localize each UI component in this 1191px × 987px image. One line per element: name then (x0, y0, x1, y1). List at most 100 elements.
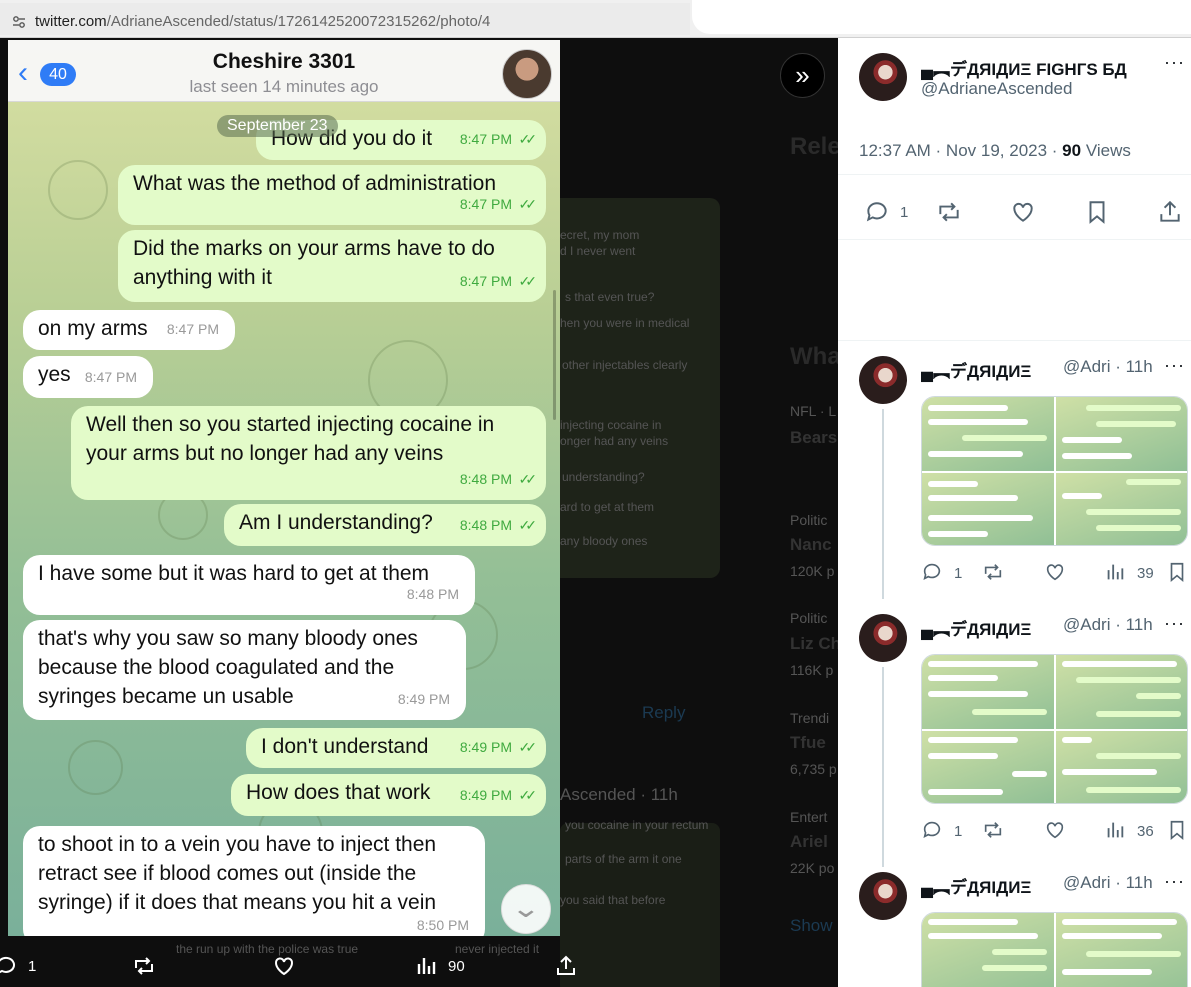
heart-icon[interactable] (1044, 819, 1066, 841)
analytics-icon (417, 958, 436, 974)
like-action[interactable] (272, 954, 296, 978)
reply-avatar[interactable] (859, 614, 907, 662)
reply-avatar[interactable] (859, 356, 907, 404)
author-handle[interactable]: @AdrianeAscended (921, 79, 1072, 99)
outgoing-message[interactable]: Well then so you started injecting cocai… (71, 406, 546, 500)
ghost-text: Tfue (790, 733, 826, 752)
heart-icon (275, 957, 293, 976)
ghost-text: ecret, my mom (560, 228, 640, 242)
ghost-text: Politic (790, 512, 828, 528)
reply-image-grid[interactable] (921, 912, 1188, 987)
author-avatar[interactable] (859, 53, 907, 101)
reply-author-handle[interactable]: @Adri · 11h (1063, 615, 1153, 635)
repost-icon[interactable] (982, 561, 1004, 583)
reply-image-grid[interactable] (921, 396, 1188, 546)
reply-image-grid[interactable] (921, 654, 1188, 804)
tweet-timestamp[interactable]: 12:37 AM · Nov 19, 2023 · (859, 141, 1062, 160)
more-options-icon[interactable]: ··· (1164, 52, 1185, 73)
collapse-panel-button[interactable]: » (780, 53, 825, 98)
repost-action[interactable] (132, 954, 156, 978)
message-time: 8:47 PM (459, 196, 512, 212)
share-icon (557, 955, 575, 975)
chevron-down-icon: ⌄ (510, 893, 542, 923)
reply-author-name[interactable]: ▄︻デДЯIДИΞ (921, 357, 1031, 382)
incoming-message[interactable]: that's why you saw so many bloody ones be… (23, 620, 466, 720)
outgoing-message[interactable]: I don't understand 8:49 PM ✓✓ (246, 728, 546, 768)
message-time: 8:49 PM (397, 691, 450, 707)
message-text: syringe) if it does that means you hit a… (38, 891, 437, 914)
grid-image[interactable] (922, 397, 1054, 471)
ghost-text: 116K p (790, 662, 834, 678)
reply-icon[interactable] (921, 561, 943, 583)
heart-icon[interactable] (1044, 561, 1066, 583)
reply-action[interactable]: 1 (0, 954, 36, 978)
reply-author-handle[interactable]: @Adri · 11h (1063, 873, 1153, 893)
view-count: 90 (448, 957, 465, 975)
reply-count: 1 (900, 204, 909, 221)
ghost-text: Entert (790, 809, 828, 825)
analytics-icon[interactable] (1104, 819, 1126, 841)
outgoing-message[interactable]: Am I understanding? 8:48 PM ✓✓ (224, 504, 546, 546)
incoming-message[interactable]: on my arms 8:47 PM (23, 310, 235, 350)
incoming-message[interactable]: I have some but it was hard to get at th… (23, 555, 475, 615)
incoming-message[interactable]: yes 8:47 PM (23, 356, 153, 398)
reply-author-name[interactable]: ▄︻デДЯIДИΞ (921, 873, 1031, 898)
message-text: Did the marks on your arms have to do (133, 237, 495, 260)
reply-icon[interactable] (864, 199, 890, 225)
grid-image[interactable] (1056, 397, 1187, 471)
outgoing-message[interactable]: How does that work 8:49 PM ✓✓ (231, 774, 546, 816)
reply-avatar[interactable] (859, 872, 907, 920)
read-checkmarks-icon: ✓✓ (518, 131, 538, 147)
grid-image[interactable] (1056, 655, 1187, 729)
message-text: retract see if blood comes out (inside t… (38, 862, 417, 885)
address-field[interactable]: twitter.com/AdrianeAscended/status/17261… (0, 3, 690, 35)
share-action[interactable] (554, 954, 578, 978)
incoming-message[interactable]: to shoot in to a vein you have to inject… (23, 826, 485, 936)
more-options-icon[interactable]: ··· (1164, 613, 1185, 634)
message-text: syringes became un usable (38, 685, 294, 708)
ghost-text: you cocaine in your rectum (565, 818, 709, 832)
reply-author-name[interactable]: ▄︻デДЯIДИΞ (921, 615, 1031, 640)
site-settings-icon[interactable] (12, 15, 26, 29)
grid-image[interactable] (1056, 913, 1187, 987)
ghost-text: Trendi (790, 710, 830, 726)
message-text: on my arms (38, 317, 148, 340)
analytics-icon[interactable] (1104, 561, 1126, 583)
repost-icon[interactable] (936, 199, 962, 225)
outgoing-message[interactable]: What was the method of administration 8:4… (118, 165, 546, 225)
repost-icon[interactable] (982, 819, 1004, 841)
bookmark-icon[interactable] (1166, 819, 1188, 841)
bookmark-icon[interactable] (1166, 561, 1188, 583)
grid-image[interactable] (1056, 473, 1187, 545)
outgoing-message[interactable]: Did the marks on your arms have to do any… (118, 230, 546, 302)
reply-icon[interactable] (921, 819, 943, 841)
message-time: 8:50 PM (416, 917, 469, 933)
ghost-author: Ascended · 11h (560, 785, 678, 804)
ghost-text: NFL · L (790, 403, 837, 419)
message-text: Am I understanding? (239, 511, 433, 534)
tweet-views-label: Views (1081, 141, 1131, 160)
grid-image[interactable] (922, 913, 1054, 987)
ghost-text: hen you were in medical (560, 316, 690, 330)
author-name[interactable]: ▄︻デДЯIДИΞ FIGHГS БД (921, 55, 1127, 80)
bookmark-icon[interactable] (1084, 199, 1110, 225)
scroll-down-button[interactable]: ⌄ (501, 884, 551, 934)
grid-image[interactable] (922, 731, 1054, 803)
grid-image[interactable] (1056, 731, 1187, 803)
read-checkmarks-icon: ✓✓ (518, 471, 538, 487)
grid-image[interactable] (922, 473, 1054, 545)
grid-image[interactable] (922, 655, 1054, 729)
ghost-text: injecting cocaine in (560, 418, 662, 432)
heart-icon[interactable] (1010, 199, 1036, 225)
views-action[interactable]: 90 (414, 954, 465, 978)
browser-url-bar: twitter.com/AdrianeAscended/status/17261… (0, 0, 1191, 38)
more-options-icon[interactable]: ··· (1164, 355, 1185, 376)
scrollbar[interactable] (553, 290, 556, 420)
chat-screenshot-image: ‹ 40 Cheshire 3301 last seen 14 minutes … (8, 40, 560, 936)
share-icon[interactable] (1157, 199, 1183, 225)
view-count: 39 (1137, 565, 1154, 582)
more-options-icon[interactable]: ··· (1164, 871, 1185, 892)
ghost-text: s that even true? (565, 290, 655, 304)
reply-author-handle[interactable]: @Adri · 11h (1063, 357, 1153, 377)
ghost-text: Ariel (790, 832, 828, 851)
